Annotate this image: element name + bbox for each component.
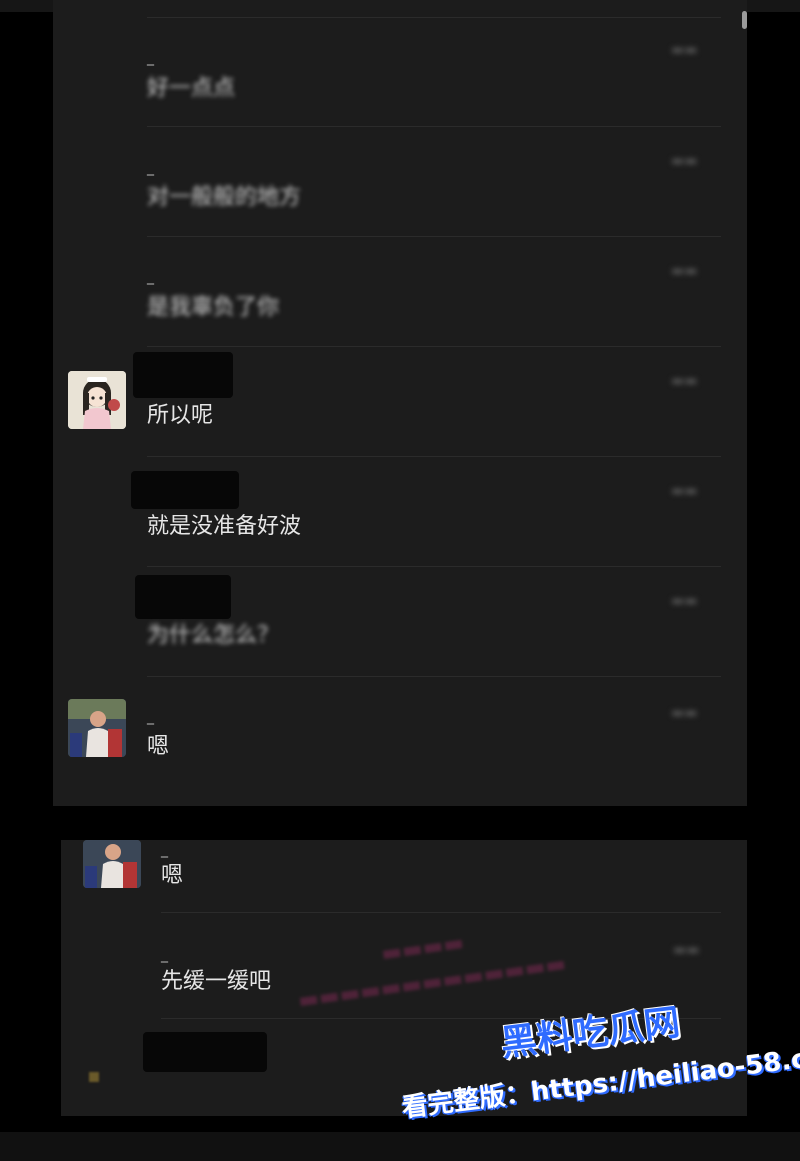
timestamp: ▬▬ xyxy=(671,42,698,58)
person-photo-avatar-icon xyxy=(68,699,126,757)
message-text: 好一点点 xyxy=(147,76,236,101)
message-text: 嗯 xyxy=(147,734,170,759)
sender-name: _ xyxy=(161,842,168,858)
divider xyxy=(147,17,721,18)
avatar[interactable] xyxy=(68,371,126,429)
sender-name: _ xyxy=(147,160,154,176)
avatar[interactable] xyxy=(83,840,141,888)
chat-panel-top[interactable]: _ 好一点点 ▬▬ _ 对一般般的地方 ▬▬ _ 是我辜负了你 ▬▬ 所以呢 ▬… xyxy=(53,0,747,806)
timestamp: ▬▬ xyxy=(671,483,698,499)
avatar[interactable] xyxy=(68,699,126,757)
chat-message[interactable]: _ 好一点点 ▬▬ xyxy=(53,0,747,127)
sender-name: _ xyxy=(147,269,154,285)
timestamp: ▬▬ xyxy=(671,373,698,389)
url-prefix: 看完整版： xyxy=(400,1077,533,1124)
chat-message[interactable]: _ 对一般般的地方 ▬▬ xyxy=(53,127,747,237)
redacted-name xyxy=(143,1032,267,1072)
sender-name: _ xyxy=(147,50,154,66)
person-photo-avatar-icon xyxy=(83,840,141,888)
message-text: 对一般般的地方 xyxy=(147,185,302,210)
message-text: 是我辜负了你 xyxy=(147,295,280,320)
screenshot-canvas: _ 好一点点 ▬▬ _ 对一般般的地方 ▬▬ _ 是我辜负了你 ▬▬ 所以呢 ▬… xyxy=(0,0,800,1161)
timestamp: ▬▬ xyxy=(671,593,698,609)
redacted-name xyxy=(133,352,233,398)
chat-message[interactable]: 所以呢 ▬▬ xyxy=(53,347,747,457)
sender-name: _ xyxy=(147,709,154,725)
message-text: 所以呢 xyxy=(147,403,214,428)
message-text: 先缓一缓吧 xyxy=(161,969,272,994)
message-text: 就是没准备好波 xyxy=(147,514,302,539)
small-status-icon xyxy=(89,1072,99,1082)
redacted-name xyxy=(135,575,231,619)
message-text: 为什么怎么？ xyxy=(147,623,280,648)
sender-name: _ xyxy=(161,947,168,963)
timestamp: ▬▬ xyxy=(671,705,698,721)
redacted-name xyxy=(131,471,239,509)
timestamp: ▬▬ xyxy=(671,153,698,169)
timestamp: ▬▬ xyxy=(671,263,698,279)
timestamp: ▬▬ xyxy=(673,942,700,958)
chat-message[interactable]: _ 是我辜负了你 ▬▬ xyxy=(53,237,747,347)
chat-message[interactable]: 就是没准备好波 ▬▬ xyxy=(53,457,747,567)
chat-message[interactable]: _ 嗯 xyxy=(61,840,747,913)
chat-message[interactable]: 为什么怎么？ ▬▬ xyxy=(53,567,747,677)
bottom-strip xyxy=(0,1132,800,1161)
chat-message[interactable]: _ 嗯 ▬▬ xyxy=(53,677,747,787)
anime-girl-avatar-icon xyxy=(68,371,126,429)
message-text: 嗯 xyxy=(161,863,184,888)
